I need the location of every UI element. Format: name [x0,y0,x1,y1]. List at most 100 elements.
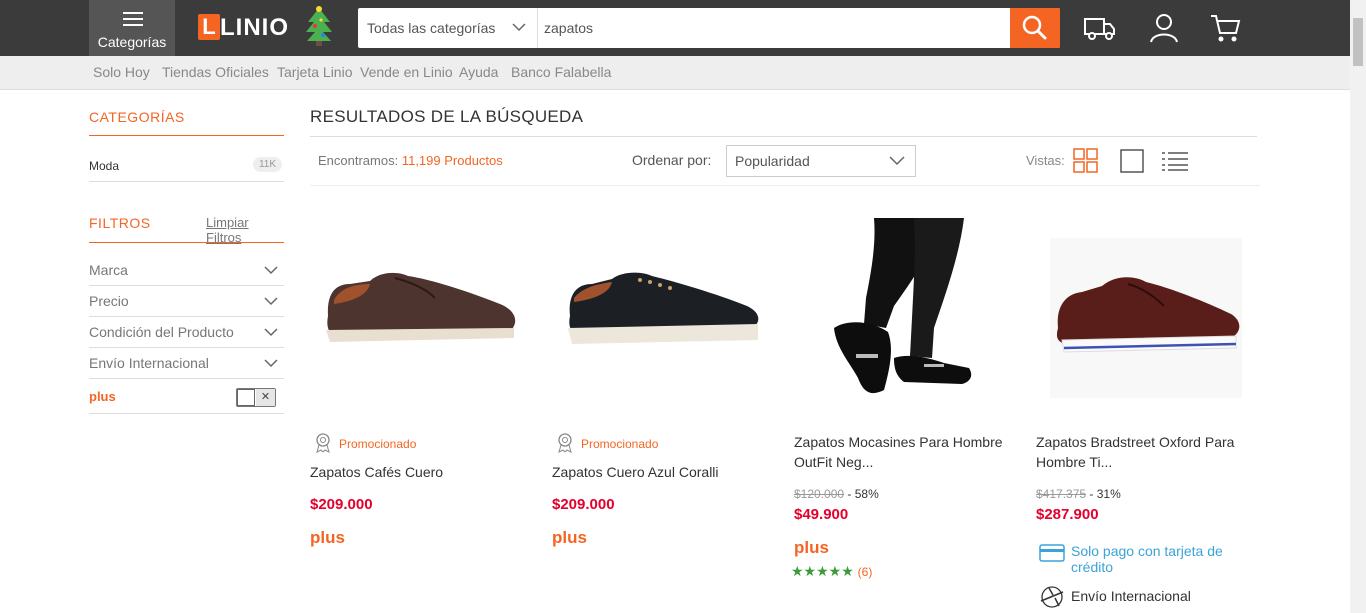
clear-filters-link[interactable]: Limpiar Filtros [206,215,284,245]
search-button[interactable] [1010,8,1060,48]
product-old-price: $417.375 - 31% [1036,487,1121,501]
product-old-price: $120.000 - 58% [794,487,879,501]
nav-link-ayuda[interactable]: Ayuda [459,64,498,80]
credit-card-note-line: Solo pago con tarjeta de [1071,543,1223,559]
filter-label: Envío Internacional [89,355,209,371]
list-view-icon[interactable] [1161,150,1189,172]
search-input[interactable] [539,8,1009,48]
product-price: $209.000 [552,496,615,513]
user-icon[interactable] [1147,12,1181,44]
discount-percent: - 31% [1089,487,1121,501]
logo-bag: L [198,14,220,40]
filter-label: Precio [89,293,129,309]
results-count-prefix: Encontramos: [318,153,399,168]
linio-logo[interactable]: L LINIO [198,10,293,46]
award-icon [558,433,572,453]
promoted-tag: Promocionado [552,433,752,457]
promoted-tag: Promocionado [310,433,510,457]
old-price-value: $417.375 [1036,487,1087,501]
top-bar: Categorías L LINIO Todas las categorías [0,0,1350,56]
toggle-knob [237,389,255,406]
filter-envio-internacional[interactable]: Envío Internacional [89,348,284,379]
product-image[interactable] [310,218,542,408]
categories-menu-label: Categorías [97,34,167,50]
toggle-off-icon: ✕ [256,389,275,406]
plus-toggle[interactable]: ✕ [236,388,276,407]
search-bar: Todas las categorías [358,8,1060,48]
logo-text: LINIO [220,14,289,41]
credit-card-note-line: crédito [1071,559,1114,575]
search-category-value: Todas las categorías [367,20,496,36]
nav-link-solo-hoy[interactable]: Solo Hoy [93,64,150,80]
old-price-value: $120.000 [794,487,845,501]
rating-stars-icon: ★★★★★ [791,563,854,579]
search-category-select[interactable]: Todas las categorías [358,8,538,48]
shipping-label: Envío Internacional [1071,588,1191,604]
sort-label: Ordenar por: [632,152,712,168]
product-name[interactable]: Zapatos Cafés Cuero [310,462,535,482]
chevron-down-icon [264,297,278,306]
nav-link-tiendas-oficiales[interactable]: Tiendas Oficiales [162,64,269,80]
airplane-icon [1040,586,1064,608]
cart-icon[interactable] [1208,12,1242,44]
scrollbar-thumb[interactable] [1353,18,1363,66]
filter-precio[interactable]: Precio [89,286,284,317]
divider [310,185,1260,186]
product-image[interactable] [1036,218,1268,408]
results-count-value: 11,199 Productos [401,153,503,168]
sort-select[interactable]: Popularidad [726,145,916,177]
search-icon [1022,15,1047,40]
nav-link-banco-falabella[interactable]: Banco Falabella [511,64,611,80]
tree-icon [306,6,332,46]
rating: ★★★★★ (6) [791,563,872,580]
product-image[interactable] [552,218,784,408]
views-label: Vistas: [1026,153,1065,168]
filter-plus: plus ✕ [89,379,284,414]
plus-badge: plus [794,538,829,557]
grid-view-icon[interactable] [1073,148,1099,174]
product-name[interactable]: Zapatos Bradstreet Oxford Para Hombre Ti… [1036,432,1261,472]
category-item-moda[interactable]: Moda 11K [89,152,284,182]
product-name-line: Zapatos Mocasines Para Hombre [794,434,1003,450]
category-name: Moda [89,159,120,173]
filter-marca[interactable]: Marca [89,255,284,286]
product-name[interactable]: Zapatos Cuero Azul Coralli [552,462,777,482]
plus-filter-label: plus [89,389,116,404]
page-scrollbar[interactable] [1350,0,1366,613]
filter-label: Condición del Producto [89,324,234,340]
single-view-icon[interactable] [1119,148,1145,174]
divider [310,136,1257,137]
truck-icon[interactable] [1083,12,1117,44]
chevron-down-icon [264,328,278,337]
product-image[interactable] [794,218,1026,408]
category-count-badge: 11K [252,157,282,172]
discount-percent: - 58% [847,487,879,501]
categories-title: CATEGORÍAS [89,109,284,136]
categories-menu-button[interactable]: Categorías [89,0,175,56]
product-name-line: OutFit Neg... [794,454,874,470]
chevron-down-icon [264,266,278,275]
chevron-down-icon [889,156,905,166]
nav-link-vende-en-linio[interactable]: Vende en Linio [360,64,453,80]
credit-card-icon [1039,544,1065,562]
promoted-label: Promocionado [581,437,659,451]
plus-badge: plus [310,528,345,547]
product-name-line: Zapatos Bradstreet Oxford Para [1036,434,1235,450]
promoted-label: Promocionado [339,437,417,451]
filters-title-text: FILTROS [89,215,151,231]
chevron-down-icon [512,23,526,32]
product-name[interactable]: Zapatos Mocasines Para Hombre OutFit Neg… [794,432,1019,472]
chevron-down-icon [264,359,278,368]
menu-icon [123,12,143,30]
filter-label: Marca [89,262,128,278]
filter-condicion[interactable]: Condición del Producto [89,317,284,348]
product-price: $49.900 [794,506,849,523]
sort-value: Popularidad [735,153,810,169]
results-title: RESULTADOS DE LA BÚSQUEDA [310,107,584,126]
nav-link-tarjeta-linio[interactable]: Tarjeta Linio [277,64,353,80]
results-count: Encontramos: 11,199 Productos [318,153,503,168]
plus-badge: plus [552,528,587,547]
award-icon [316,433,330,453]
product-price: $209.000 [310,496,373,513]
review-count[interactable]: (6) [858,565,873,579]
